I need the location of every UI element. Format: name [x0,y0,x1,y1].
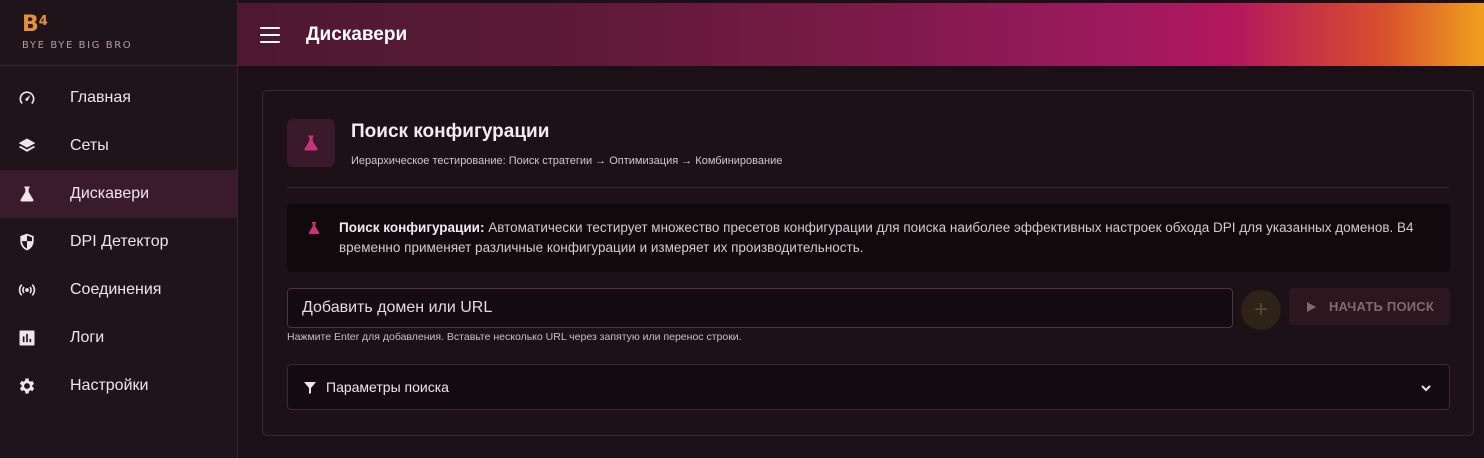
filter-icon [304,381,316,394]
sidebar-item-sets[interactable]: Сеты [0,122,237,170]
sidebar-item-connections[interactable]: Соединения [0,266,237,314]
broadcast-icon [16,279,38,301]
brand[interactable]: B4 BYE BYE BIG BRO [0,0,237,66]
sidebar-item-label: Логи [70,329,105,346]
top-app-bar: Дискавери [238,0,1484,66]
hamburger-menu-icon[interactable] [260,26,280,43]
plus-icon: + [1253,296,1268,323]
sidebar-item-label: Сеты [70,137,109,154]
info-description: Автоматически тестирует множество пресет… [339,220,1414,255]
sidebar-item-logs[interactable]: Логи [0,314,237,362]
sidebar-item-label: Настройки [70,377,149,394]
info-bold: Поиск конфигурации: [339,220,485,235]
play-icon [1306,301,1316,312]
sidebar-item-label: Дискавери [70,185,150,202]
sidebar-item-discovery[interactable]: Дискавери [0,170,237,218]
bar-chart-icon [16,327,38,349]
search-params-accordion[interactable]: Параметры поиска [287,364,1450,410]
sidebar: B4 BYE BYE BIG BRO Главная Сеты Дискавер… [0,0,238,458]
layers-icon [16,135,38,157]
chevron-down-icon [1419,381,1433,395]
domain-input-placeholder: Добавить домен или URL [302,299,493,316]
divider [287,187,1449,188]
flask-icon [16,183,38,205]
sidebar-item-label: Соединения [70,281,162,298]
speedometer-icon [16,87,38,109]
sidebar-item-label: Главная [70,89,131,106]
app-logo: B4 [22,12,48,37]
page-title: Дискавери [306,23,408,45]
info-text: Поиск конфигурации: Автоматически тестир… [339,218,1429,258]
gear-icon [16,375,38,397]
discovery-card: Поиск конфигурации Иерархическое тестиро… [262,90,1474,436]
flask-icon [306,220,322,236]
sidebar-item-dpi-detector[interactable]: DPI Детектор [0,218,237,266]
flask-icon [287,119,335,167]
sidebar-item-label: DPI Детектор [70,233,169,250]
start-search-label: НАЧАТЬ ПОИСК [1328,299,1435,314]
sidebar-item-home[interactable]: Главная [0,74,237,122]
card-header: Поиск конфигурации Иерархическое тестиро… [287,119,782,167]
input-hint: Нажмите Enter для добавления. Вставьте н… [287,331,742,343]
domain-input[interactable]: Добавить домен или URL [287,288,1233,328]
info-alert: Поиск конфигурации: Автоматически тестир… [287,204,1450,272]
card-title: Поиск конфигурации [351,121,550,142]
sidebar-item-settings[interactable]: Настройки [0,362,237,410]
shield-icon [16,231,38,253]
card-subtitle: Иерархическое тестирование: Поиск страте… [351,155,783,167]
add-domain-button[interactable]: + [1241,290,1281,330]
search-params-label: Параметры поиска [326,379,449,395]
start-search-button[interactable]: НАЧАТЬ ПОИСК [1289,288,1450,325]
sidebar-nav: Главная Сеты Дискавери DPI Детектор Соед… [0,66,237,410]
app-tagline: BYE BYE BIG BRO [22,40,133,51]
